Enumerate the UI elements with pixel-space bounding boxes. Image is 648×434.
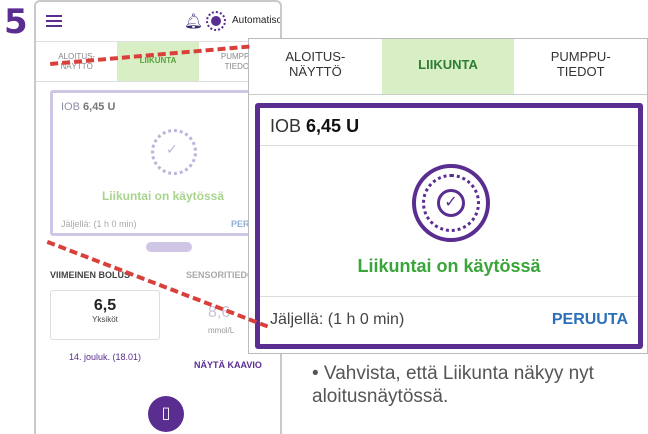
step-number: 5 [4, 2, 28, 42]
mode-label: Automatisoitu [232, 15, 282, 26]
last-bolus-box: 6,5 Yksiköt [50, 290, 160, 340]
phone-screen: 🔔︎ Automatisoitu ALOITUS- NÄYTTÖ LIIKUNT… [34, 0, 282, 434]
iob-readout: IOB 6,45 U [260, 108, 638, 146]
tab-activity[interactable]: LIIKUNTA [117, 42, 199, 81]
remaining-time: Jäljellä: (1 h 0 min) [270, 311, 405, 328]
activity-status-icon: ✓ [412, 164, 490, 242]
tab-home[interactable]: ALOITUS- NÄYTTÖ [249, 39, 382, 94]
menu-icon[interactable] [46, 15, 62, 27]
check-icon: ✓ [437, 189, 465, 217]
activity-card: IOB 6,45 U Liikuntai on käytössä Jäljell… [50, 90, 276, 236]
last-bolus-value: 6,5 [93, 297, 117, 314]
zoom-tabs: ALOITUS- NÄYTTÖ LIIKUNTA PUMPPU- TIEDOT [249, 39, 647, 95]
iob-value: 6,45 U [306, 116, 360, 136]
page-indicator[interactable] [146, 242, 192, 252]
activity-card-footer: Jäljellä: (1 h 0 min) PERUUTA [260, 296, 638, 344]
bolus-button[interactable]: ▯ [148, 396, 184, 432]
automated-mode-icon [206, 11, 226, 31]
activity-status-icon [151, 129, 197, 175]
iob-label: IOB [61, 101, 80, 113]
iob-label: IOB [270, 116, 302, 136]
phone-header: 🔔︎ Automatisoitu [36, 2, 280, 42]
cancel-button[interactable]: PERUUTA [552, 311, 628, 329]
last-bolus-date: 14. jouluk. (18.01) [68, 352, 142, 362]
zoomed-view: ALOITUS- NÄYTTÖ LIIKUNTA PUMPPU- TIEDOT … [248, 38, 648, 354]
last-bolus-unit: Yksiköt [92, 315, 118, 324]
bell-icon[interactable]: 🔔︎ [184, 12, 203, 30]
remaining-time: Jäljellä: (1 h 0 min) [61, 219, 137, 229]
tab-activity[interactable]: LIIKUNTA [381, 39, 515, 94]
last-bolus-title: VIIMEINEN BOLUS [50, 270, 131, 280]
tab-pump-info[interactable]: PUMPPU- TIEDOT [514, 39, 647, 94]
sensor-unit: mmol/L [208, 326, 235, 335]
instruction-text: • Vahvista, että Liikunta näkyy nyt aloi… [312, 363, 594, 407]
show-graph-link[interactable]: NÄYTÄ KAAVIO [194, 360, 262, 370]
activity-card: IOB 6,45 U ✓ Liikuntai on käytössä Jälje… [255, 103, 643, 349]
activity-status-text: Liikuntai on käytössä [101, 189, 225, 203]
iob-readout: IOB 6,45 U [61, 101, 115, 113]
iob-value: 6,45 U [83, 101, 116, 113]
bolus-icon: ▯ [161, 405, 171, 422]
activity-status-text: Liikuntai on käytössä [357, 256, 541, 276]
